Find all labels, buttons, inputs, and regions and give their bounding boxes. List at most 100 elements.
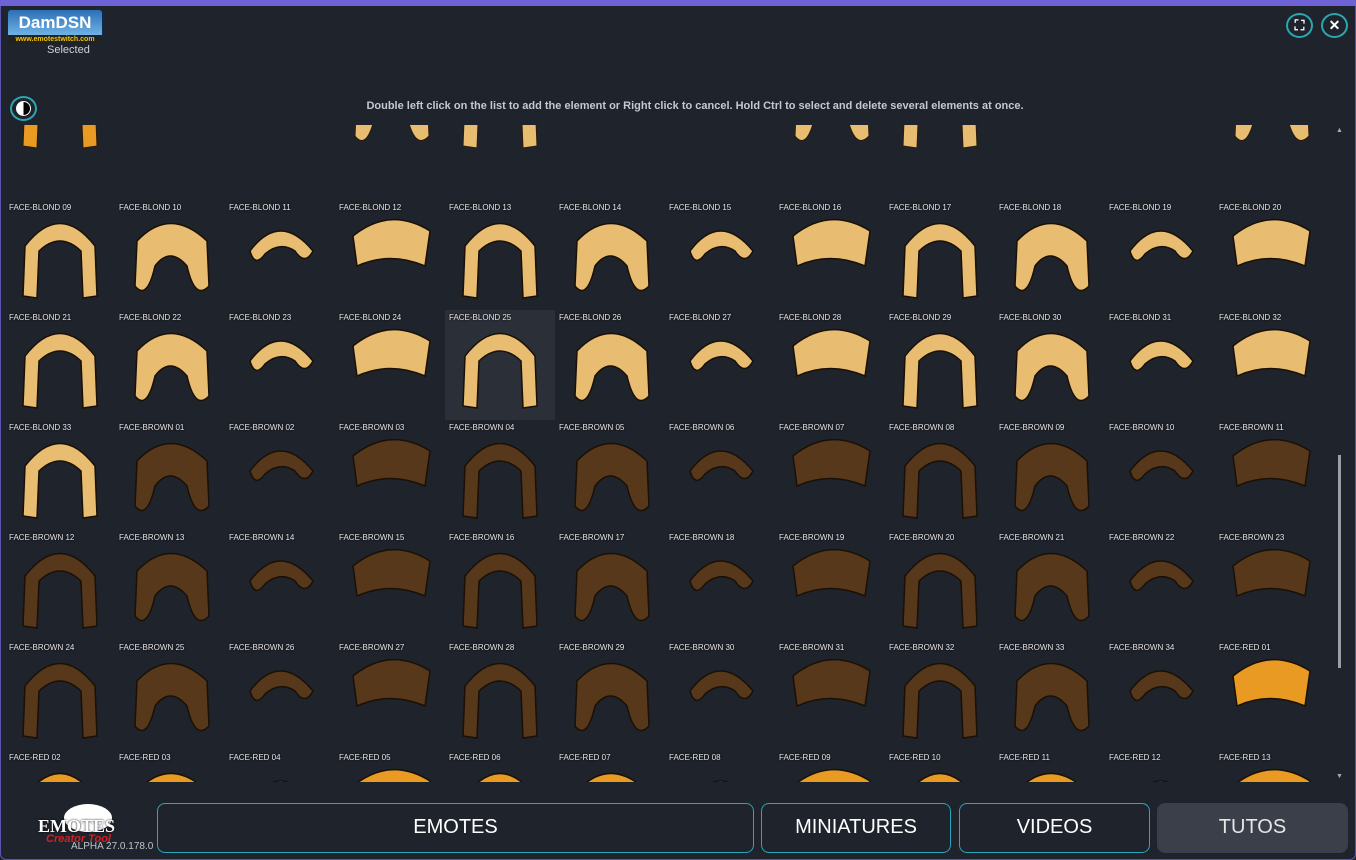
hair-item[interactable]: FACE-BROWN 31 — [775, 640, 885, 750]
scroll-thumb[interactable] — [1338, 455, 1341, 668]
hair-item-partial[interactable] — [885, 125, 995, 160]
tab-emotes[interactable]: EMOTES — [157, 803, 754, 853]
hair-item[interactable]: FACE-BROWN 09 — [995, 420, 1105, 530]
hair-item[interactable]: FACE-BROWN 27 — [335, 640, 445, 750]
hair-item[interactable]: FACE-RED 02 — [5, 750, 115, 782]
hair-item[interactable]: FACE-BROWN 23 — [1215, 530, 1325, 640]
hair-item[interactable]: FACE-BROWN 22 — [1105, 530, 1215, 640]
hair-item[interactable]: FACE-BROWN 07 — [775, 420, 885, 530]
hair-item[interactable]: FACE-BLOND 19 — [1105, 200, 1215, 310]
hair-item[interactable]: FACE-BLOND 33 — [5, 420, 115, 530]
hair-item[interactable]: FACE-BROWN 24 — [5, 640, 115, 750]
hair-thumbnail — [785, 426, 875, 526]
hair-item[interactable]: FACE-BLOND 11 — [225, 200, 335, 310]
hair-item-partial[interactable] — [1215, 125, 1325, 160]
hair-item[interactable]: FACE-RED 13 — [1215, 750, 1325, 782]
hair-item[interactable]: FACE-BROWN 18 — [665, 530, 775, 640]
hair-item[interactable]: FACE-BROWN 01 — [115, 420, 225, 530]
hair-item[interactable]: FACE-BLOND 20 — [1215, 200, 1325, 310]
hair-item[interactable]: FACE-RED 08 — [665, 750, 775, 782]
hair-item[interactable]: FACE-BROWN 25 — [115, 640, 225, 750]
hair-item[interactable]: FACE-BROWN 20 — [885, 530, 995, 640]
hair-item[interactable]: FACE-RED 01 — [1215, 640, 1325, 750]
tab-miniatures[interactable]: MINIATURES — [761, 803, 951, 853]
hair-item[interactable]: FACE-BROWN 10 — [1105, 420, 1215, 530]
hair-item-partial[interactable] — [225, 125, 335, 160]
hair-thumbnail — [455, 426, 545, 526]
hair-item[interactable]: FACE-BLOND 30 — [995, 310, 1105, 420]
hair-item[interactable]: FACE-BLOND 12 — [335, 200, 445, 310]
hair-item[interactable]: FACE-BLOND 14 — [555, 200, 665, 310]
hair-item[interactable]: FACE-BROWN 04 — [445, 420, 555, 530]
hair-item-partial[interactable] — [5, 125, 115, 160]
hair-item[interactable]: FACE-BROWN 17 — [555, 530, 665, 640]
hair-item[interactable]: FACE-BLOND 24 — [335, 310, 445, 420]
hair-item[interactable]: FACE-BLOND 29 — [885, 310, 995, 420]
fullscreen-button[interactable]: ⛶ — [1286, 13, 1313, 38]
hair-item-partial[interactable] — [775, 125, 885, 160]
hair-item[interactable]: FACE-BLOND 13 — [445, 200, 555, 310]
tab-videos[interactable]: VIDEOS — [959, 803, 1150, 853]
hair-item-label: FACE-RED 10 — [889, 753, 941, 762]
hair-item[interactable]: FACE-BLOND 26 — [555, 310, 665, 420]
hair-item[interactable]: FACE-BLOND 09 — [5, 200, 115, 310]
hair-item[interactable]: FACE-RED 12 — [1105, 750, 1215, 782]
hair-item-partial[interactable] — [115, 125, 225, 160]
hair-item-label: FACE-BLOND 27 — [669, 313, 731, 322]
hair-item[interactable]: FACE-BROWN 34 — [1105, 640, 1215, 750]
hair-item-partial[interactable] — [555, 125, 665, 160]
hair-item[interactable]: FACE-BROWN 16 — [445, 530, 555, 640]
hair-item[interactable]: FACE-BROWN 06 — [665, 420, 775, 530]
hair-item[interactable]: FACE-RED 04 — [225, 750, 335, 782]
hair-item[interactable]: FACE-BLOND 23 — [225, 310, 335, 420]
close-button[interactable]: ✕ — [1321, 13, 1348, 38]
hair-item[interactable]: FACE-RED 07 — [555, 750, 665, 782]
hair-item[interactable]: FACE-BLOND 15 — [665, 200, 775, 310]
hair-item[interactable]: FACE-RED 05 — [335, 750, 445, 782]
hair-item[interactable]: FACE-RED 10 — [885, 750, 995, 782]
hair-item[interactable]: FACE-RED 09 — [775, 750, 885, 782]
hair-item[interactable]: FACE-BLOND 17 — [885, 200, 995, 310]
hair-item[interactable]: FACE-BROWN 03 — [335, 420, 445, 530]
hair-item-partial[interactable] — [665, 125, 775, 160]
hair-item[interactable]: FACE-BROWN 15 — [335, 530, 445, 640]
hair-item[interactable]: FACE-RED 11 — [995, 750, 1105, 782]
hair-item-partial[interactable] — [995, 125, 1105, 160]
hair-grid[interactable]: FACE-BLOND 09FACE-BLOND 10FACE-BLOND 11F… — [5, 125, 1327, 782]
hair-item[interactable]: FACE-BROWN 28 — [445, 640, 555, 750]
hair-item[interactable]: FACE-BROWN 32 — [885, 640, 995, 750]
hair-item[interactable]: FACE-RED 03 — [115, 750, 225, 782]
hair-item[interactable]: FACE-BLOND 10 — [115, 200, 225, 310]
hair-item[interactable]: FACE-BLOND 21 — [5, 310, 115, 420]
hair-item[interactable]: FACE-BROWN 26 — [225, 640, 335, 750]
hair-item[interactable]: FACE-BROWN 21 — [995, 530, 1105, 640]
hair-item[interactable]: FACE-BROWN 05 — [555, 420, 665, 530]
scroll-up-icon[interactable]: ▲ — [1336, 127, 1343, 134]
hair-item[interactable]: FACE-BROWN 30 — [665, 640, 775, 750]
hair-item[interactable]: FACE-BROWN 02 — [225, 420, 335, 530]
hair-item[interactable]: FACE-BROWN 29 — [555, 640, 665, 750]
hair-item[interactable]: FACE-BROWN 08 — [885, 420, 995, 530]
scrollbar[interactable]: ▲ ▼ — [1333, 125, 1347, 782]
hair-item[interactable]: FACE-BROWN 12 — [5, 530, 115, 640]
hair-item[interactable]: FACE-BROWN 19 — [775, 530, 885, 640]
hair-item[interactable]: FACE-RED 06 — [445, 750, 555, 782]
hair-item[interactable]: FACE-BROWN 14 — [225, 530, 335, 640]
hair-item[interactable]: FACE-BLOND 32 — [1215, 310, 1325, 420]
scroll-down-icon[interactable]: ▼ — [1336, 773, 1343, 780]
hair-item[interactable]: FACE-BLOND 18 — [995, 200, 1105, 310]
hair-item[interactable]: FACE-BLOND 27 — [665, 310, 775, 420]
hair-item-partial[interactable] — [1105, 125, 1215, 160]
hair-item[interactable]: FACE-BLOND 16 — [775, 200, 885, 310]
hair-item[interactable]: FACE-BROWN 11 — [1215, 420, 1325, 530]
hair-item[interactable]: FACE-BLOND 25 — [445, 310, 555, 420]
hair-item-partial[interactable] — [335, 125, 445, 160]
hair-item[interactable]: FACE-BLOND 28 — [775, 310, 885, 420]
hair-item[interactable]: FACE-BROWN 13 — [115, 530, 225, 640]
hair-item[interactable]: FACE-BLOND 22 — [115, 310, 225, 420]
tab-tutos[interactable]: TUTOS — [1157, 803, 1348, 853]
hair-item[interactable]: FACE-BLOND 31 — [1105, 310, 1215, 420]
hair-item-partial[interactable] — [445, 125, 555, 160]
hair-thumbnail — [1115, 206, 1205, 306]
hair-item[interactable]: FACE-BROWN 33 — [995, 640, 1105, 750]
